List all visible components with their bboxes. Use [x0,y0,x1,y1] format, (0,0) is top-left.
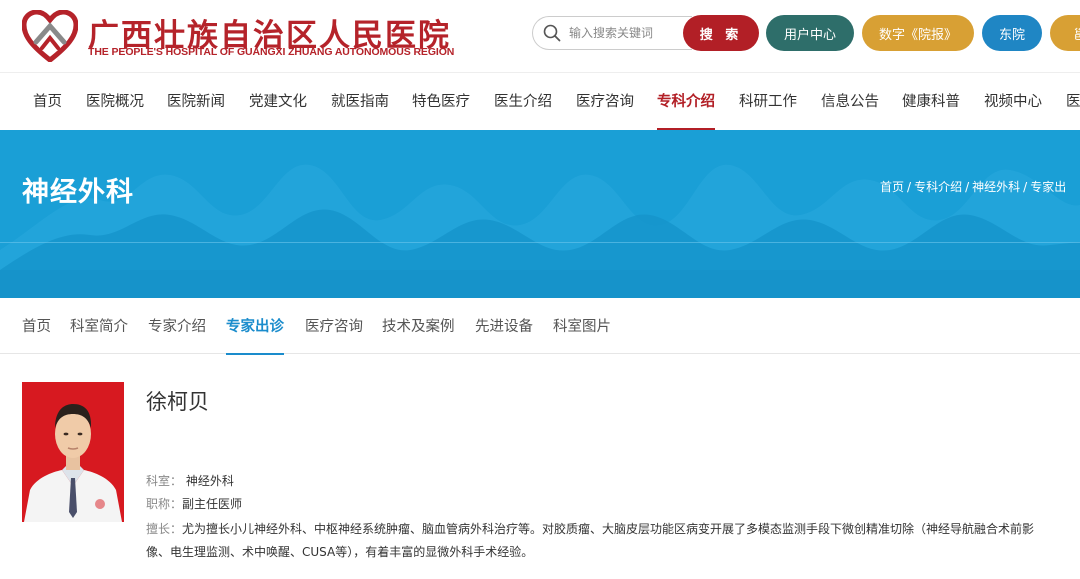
department-title: 神经外科 [22,177,134,208]
department-value: 神经外科 [185,474,234,488]
user-center-button[interactable]: 用户中心 [766,15,854,51]
subnav-item-expert-clinic[interactable]: 专家出诊 [226,298,284,355]
hospital-logo-icon[interactable] [22,10,78,62]
subnav-item-techniques-cases[interactable]: 技术及案例 [382,298,455,354]
nav-item-visit-guide[interactable]: 就医指南 [331,73,389,131]
main-nav: 首页 医院概况 医院新闻 党建文化 就医指南 特色医疗 医生介绍 医疗咨询 专科… [0,72,1080,131]
mountain-landscape-decoration [0,164,1080,298]
doctor-name: 徐柯贝 [146,390,209,414]
nav-item-party-culture[interactable]: 党建文化 [249,73,307,131]
doctor-title-row: 职称：副主任医师 [146,495,242,512]
subnav-item-consultation[interactable]: 医疗咨询 [305,298,363,354]
nav-item-research[interactable]: 科研工作 [739,73,797,131]
logo-english-name[interactable]: THE PEOPLE'S HOSPITAL OF GUANGXI ZHUANG … [88,46,454,58]
breadcrumb-home[interactable]: 首页 [880,180,904,194]
breadcrumb-separator: / [1023,180,1028,194]
nav-item-health-science[interactable]: 健康科普 [902,73,960,131]
subnav-item-photos[interactable]: 科室图片 [553,298,611,354]
subnav-item-equipment[interactable]: 先进设备 [475,298,533,354]
doctor-department-row: 科室： 神经外科 [146,472,234,489]
east-campus-button[interactable]: 东院 [982,15,1042,51]
department-subnav: 首页 科室简介 专家介绍 专家出诊 医疗咨询 技术及案例 先进设备 科室图片 [0,298,1080,355]
search-input[interactable] [569,26,689,40]
site-header: 广西壮族自治区人民医院 THE PEOPLE'S HOSPITAL OF GUA… [0,0,1080,72]
digital-newspaper-button[interactable]: 数字《院报》 [862,15,974,51]
nav-item-hospital-overview[interactable]: 医院概况 [86,73,144,131]
specialty-label: 擅长： [146,522,183,536]
nav-item-announcements[interactable]: 信息公告 [821,73,879,131]
nav-item-home[interactable]: 首页 [33,73,62,131]
subnav-item-experts[interactable]: 专家介绍 [148,298,206,354]
breadcrumb-specialties[interactable]: 专科介绍 [914,180,962,194]
nav-item-video-center[interactable]: 视频中心 [984,73,1042,131]
nav-item-specialties[interactable]: 专科介绍 [657,73,715,131]
subnav-item-dept-intro[interactable]: 科室简介 [70,298,128,354]
department-label: 科室： [146,474,183,488]
subnav-item-home[interactable]: 首页 [22,298,51,354]
nav-item-consultation[interactable]: 医疗咨询 [576,73,634,131]
search-icon [543,24,561,42]
department-banner: 神经外科 首页 / 专科介绍 / 神经外科 / 专家出 [0,130,1080,298]
title-label: 职称： [146,497,183,511]
breadcrumb-neurosurgery[interactable]: 神经外科 [972,180,1020,194]
doctor-specialty-row: 擅长：尤为擅长小儿神经外科、中枢神经系统肿瘤、脑血管病外科治疗等。对胶质瘤、大脑… [146,518,1046,564]
yong-campus-button[interactable]: 邕 [1050,15,1080,51]
breadcrumb-separator: / [965,180,970,194]
breadcrumb-expert-clinic[interactable]: 专家出 [1030,180,1066,194]
nav-item-featured-care[interactable]: 特色医疗 [412,73,470,131]
nav-item-more[interactable]: 医 [1066,73,1080,131]
nav-item-hospital-news[interactable]: 医院新闻 [167,73,225,131]
search-button[interactable]: 搜 索 [683,15,759,51]
specialty-value: 尤为擅长小儿神经外科、中枢神经系统肿瘤、脑血管病外科治疗等。对胶质瘤、大脑皮层功… [146,522,1035,559]
title-value: 副主任医师 [182,497,243,511]
breadcrumb: 首页 / 专科介绍 / 神经外科 / 专家出 [880,178,1066,195]
search-box [532,16,692,50]
doctor-photo[interactable] [22,382,124,522]
doctor-portrait-icon [22,382,124,522]
breadcrumb-separator: / [907,180,912,194]
nav-item-doctors[interactable]: 医生介绍 [494,73,552,131]
